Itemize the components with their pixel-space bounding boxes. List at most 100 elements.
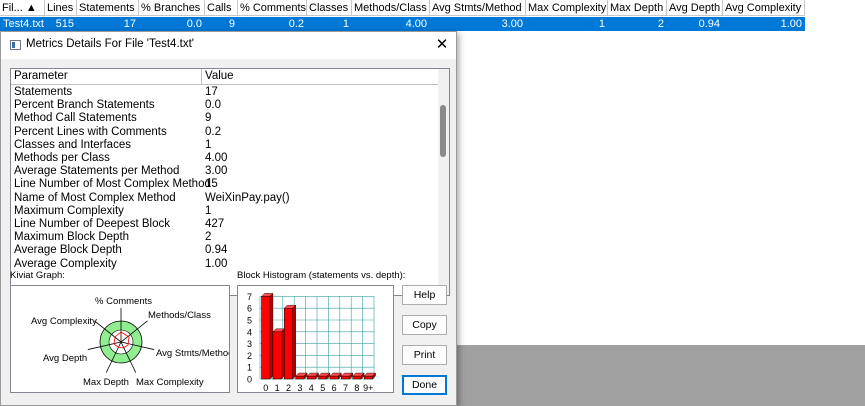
cell-statements: 17 (123, 18, 136, 30)
kiviat-graph: % Comments Methods/Class Avg Stmts/Metho… (31, 296, 229, 388)
cell-avg-complexity: 1.00 (780, 18, 802, 30)
column-header-branches[interactable]: % Branches (139, 0, 205, 16)
histogram-bar (318, 375, 328, 380)
histogram-x-tick: 5 (320, 383, 325, 392)
kiviat-axis-methods-class: Methods/Class (148, 310, 211, 321)
parameter-row[interactable]: Average Block Depth 0.94 (11, 244, 227, 257)
parameter-value: 1.00 (205, 257, 228, 270)
histogram-bar (284, 307, 293, 380)
cell-methods-class: 4.00 (405, 18, 427, 30)
histogram-bar (272, 331, 282, 380)
cell-max-complexity: 1 (598, 18, 605, 30)
kiviat-axis-comments: % Comments (95, 296, 152, 307)
parameter-row[interactable]: Line Number of Deepest Block 427 (11, 218, 224, 231)
column-header-statements[interactable]: Statements (77, 0, 139, 16)
histogram-x-tick: 8 (354, 383, 359, 392)
column-header-comments[interactable]: % Comments (238, 0, 307, 16)
parameter-name: Line Number of Deepest Block (14, 218, 170, 230)
histogram-y-tick: 1 (247, 363, 252, 373)
parameter-row[interactable]: Method Call Statements 9 (11, 112, 211, 125)
parameter-value: 427 (205, 218, 225, 230)
done-button[interactable]: Done (402, 375, 447, 395)
parameter-row[interactable]: Line Number of Most Complex Method 15 (11, 178, 218, 191)
column-header-max-depth[interactable]: Max Depth (608, 0, 667, 16)
help-button[interactable]: Help (402, 285, 447, 305)
histogram-x-tick: 0 (263, 383, 268, 392)
parameter-name: Maximum Complexity (14, 204, 124, 217)
parameter-value: 3.00 (205, 165, 228, 178)
column-header-classes[interactable]: Classes (307, 0, 352, 16)
parameter-row[interactable]: Maximum Complexity 1 (11, 205, 211, 218)
column-header-calls[interactable]: Calls (205, 0, 238, 16)
column-header-methods-class[interactable]: Methods/Class (352, 0, 430, 16)
parameter-name: Statements (14, 86, 73, 98)
kiviat-axis-max-complexity: Max Complexity (136, 377, 204, 388)
cell-comments: 0.2 (288, 18, 304, 30)
cell-lines: 515 (55, 18, 74, 30)
parameter-value: 1 (205, 138, 212, 151)
kiviat-axis-avg-stmts: Avg Stmts/Method (156, 348, 229, 359)
histogram-bar (306, 375, 316, 380)
parameter-name: Average Statements per Method (14, 165, 180, 178)
copy-button[interactable]: Copy (402, 315, 447, 335)
parameter-row[interactable]: Average Complexity 1.00 (11, 258, 227, 271)
histogram-bar-side (269, 292, 274, 380)
histogram-x-tick: 1 (275, 383, 280, 392)
parameter-row[interactable]: Methods per Class 4.00 (11, 152, 227, 165)
parameter-value: 4.00 (205, 152, 228, 164)
cell-calls: 9 (228, 18, 235, 30)
column-header-avg-stmts[interactable]: Avg Stmts/Method (430, 0, 526, 16)
scrollbar-thumb[interactable] (440, 105, 446, 157)
parameter-name: Classes and Interfaces (14, 138, 131, 151)
parameter-row[interactable]: Percent Lines with Comments 0.2 (11, 126, 221, 139)
dialog-titlebar[interactable]: Metrics Details For File 'Test4.txt' ✕ (1, 32, 456, 59)
parameter-row[interactable]: Percent Branch Statements 0.0 (11, 99, 221, 112)
kiviat-graph-panel: % Comments Methods/Class Avg Stmts/Metho… (10, 285, 230, 393)
parameter-table[interactable]: Parameter Value Statements 17 Percent Bran… (10, 68, 450, 296)
column-header-max-complexity[interactable]: Max Complexity (526, 0, 608, 16)
histogram-x-tick: 3 (297, 383, 302, 392)
parameter-row[interactable]: Name of Most Complex Method WeiXinPay.pay… (11, 192, 290, 205)
histogram-y-tick: 4 (247, 327, 252, 337)
column-header-avg-complexity[interactable]: Avg Complexity (723, 0, 805, 16)
histogram-bar-side (281, 328, 285, 380)
histogram-x-tick: 6 (332, 383, 337, 392)
histogram-x-tick: 7 (343, 383, 348, 392)
parameter-value: 17 (205, 86, 218, 98)
parameter-table-header: Parameter Value (11, 69, 439, 85)
cell-file: Test4.txt (3, 18, 44, 30)
parameter-value: 1 (205, 204, 212, 217)
histogram-y-tick: 6 (247, 304, 252, 314)
parameter-name: Maximum Block Depth (14, 231, 130, 244)
cell-max-depth: 2 (657, 18, 664, 30)
column-header-lines[interactable]: Lines (45, 0, 77, 16)
histogram-y-tick: 0 (247, 375, 252, 385)
parameter-row[interactable]: Maximum Block Depth 2 (11, 231, 211, 244)
cell-avg-stmts: 3.00 (501, 18, 523, 30)
close-button[interactable]: ✕ (432, 35, 452, 55)
histogram-label: Block Histogram (statements vs. depth): (237, 270, 406, 281)
histogram-x-tick: 4 (309, 383, 314, 392)
column-header-file[interactable]: Fil... ▲ (0, 0, 45, 16)
parameter-value: 15 (205, 178, 218, 191)
parameter-name: Line Number of Most Complex Method (14, 178, 211, 191)
cell-branches: 0.0 (186, 18, 202, 30)
parameter-name: Average Block Depth (14, 244, 122, 257)
metrics-details-dialog: Metrics Details For File 'Test4.txt' ✕ P… (0, 31, 457, 406)
column-header-avg-depth[interactable]: Avg Depth (667, 0, 723, 16)
parameter-row[interactable]: Average Statements per Method 3.00 (11, 165, 227, 178)
parameter-row[interactable]: Classes and Interfaces 1 (11, 139, 211, 152)
column-header-value[interactable]: Value (202, 69, 439, 84)
histogram-y-tick: 5 (247, 316, 252, 326)
histogram-x-tick: 9+ (363, 383, 373, 392)
column-header-parameter[interactable]: Parameter (11, 69, 202, 84)
parameter-value: 0.2 (205, 125, 221, 138)
parameter-row[interactable]: Statements 17 (11, 86, 218, 99)
table-row[interactable]: Test4.txt 515 17 0.0 9 0.2 1 4.00 3.00 1… (0, 17, 805, 31)
vertical-scrollbar[interactable] (438, 69, 449, 295)
kiviat-axis-avg-complexity: Avg Complexity (31, 316, 97, 327)
histogram-bar (295, 375, 305, 380)
dialog-title: Metrics Details For File 'Test4.txt' (26, 38, 194, 50)
print-button[interactable]: Print (402, 345, 447, 365)
histogram-y-tick: 7 (247, 292, 252, 302)
